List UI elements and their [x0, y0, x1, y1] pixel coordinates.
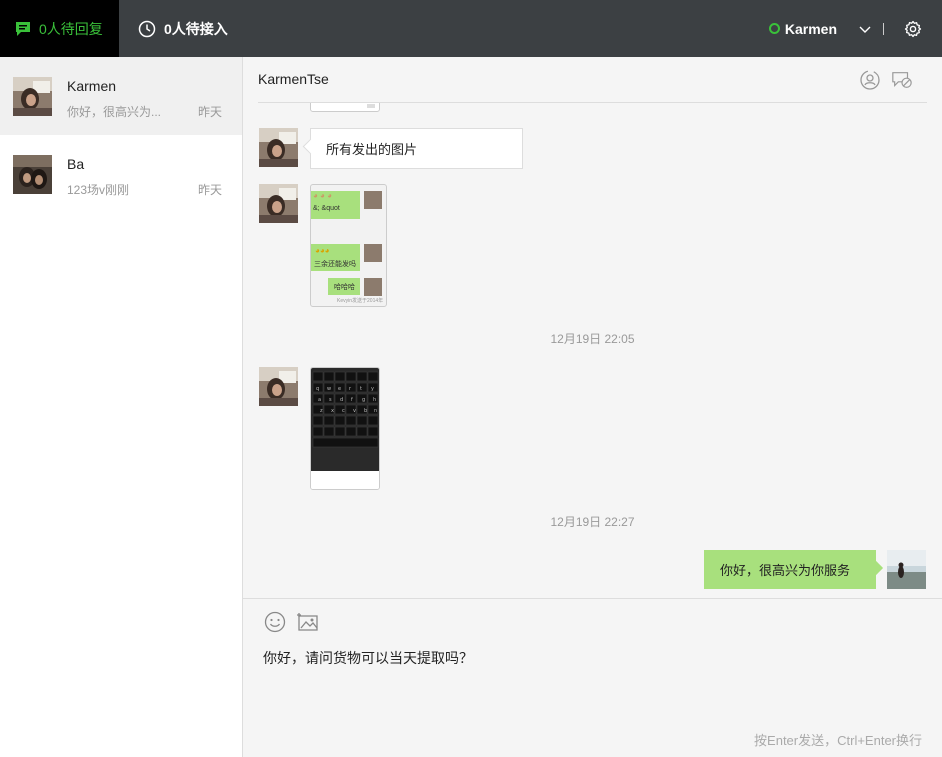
- keyboard-key-label: v: [353, 408, 356, 414]
- tab-waiting-label: 0人待接入: [164, 19, 228, 39]
- top-bar: 0人待回复 0人待接入 Karmen: [0, 0, 942, 57]
- chat-icon: [14, 20, 32, 38]
- keyboard-key-label: e: [338, 386, 341, 392]
- avatar: [13, 77, 52, 116]
- keyboard-key-label: n: [374, 408, 377, 414]
- tab-pending-label: 0人待回复: [39, 19, 103, 39]
- current-user-name: Karmen: [785, 21, 837, 37]
- transfer-user-icon[interactable]: [859, 69, 881, 91]
- conversation-preview: 你好，很高兴为...: [67, 103, 161, 120]
- message-list[interactable]: 所有发出的图片 ◕ ◕ ◕ &; &quot ◕◕◕ 三余还能发吗 哈哈哈 Ke…: [243, 103, 942, 598]
- conversation-list: Karmen 你好，很高兴为... 昨天 Ba 123场v刚刚 昨天: [0, 57, 243, 757]
- keyboard-key-label: z: [320, 408, 323, 414]
- send-hint: 按Enter发送，Ctrl+Enter换行: [754, 730, 922, 749]
- conversation-time: 昨天: [198, 103, 222, 120]
- keyboard-key-label: b: [364, 408, 367, 414]
- avatar: [259, 367, 298, 406]
- message-composer: 你好，请问货物可以当天提取吗？ 按Enter发送，Ctrl+Enter换行: [243, 598, 942, 757]
- conversation-item-karmen[interactable]: Karmen 你好，很高兴为... 昨天: [0, 57, 242, 135]
- conversation-time: 昨天: [198, 181, 222, 198]
- conversation-preview: 123场v刚刚: [67, 181, 129, 198]
- message-text: 你好，很高兴为你服务: [720, 563, 850, 578]
- avatar: [13, 155, 52, 194]
- keyboard-key-label: h: [373, 397, 376, 403]
- user-area: Karmen: [769, 0, 942, 57]
- keyboard-key-label: a: [318, 397, 321, 403]
- divider: [883, 23, 884, 35]
- keyboard-key-label: x: [331, 408, 334, 414]
- emoji-icon[interactable]: [264, 611, 286, 633]
- end-chat-icon[interactable]: [891, 69, 913, 91]
- tab-pending-reply[interactable]: 0人待回复: [0, 0, 119, 57]
- avatar: [887, 550, 926, 589]
- chat-title: KarmenTse: [258, 71, 329, 87]
- clock-icon: [138, 20, 156, 38]
- message-bubble-outgoing: 你好，很高兴为你服务: [704, 550, 876, 589]
- image-message-screenshot[interactable]: ◕ ◕ ◕ &; &quot ◕◕◕ 三余还能发吗 哈哈哈 Kevyin发送于2…: [310, 184, 387, 307]
- image-message-partial[interactable]: [310, 103, 380, 112]
- keyboard-photo: q w e r t y a s d f g h z x c v b n: [311, 368, 380, 490]
- keyboard-key-label: y: [371, 386, 374, 392]
- conversation-item-ba[interactable]: Ba 123场v刚刚 昨天: [0, 135, 242, 213]
- conversation-name: Ba: [67, 156, 84, 172]
- keyboard-key-label: q: [316, 386, 319, 392]
- keyboard-key-label: d: [340, 397, 343, 403]
- screenshot-text: 三余还能发吗: [314, 259, 356, 269]
- keyboard-key-label: f: [351, 397, 353, 403]
- tab-waiting-access[interactable]: 0人待接入: [138, 0, 228, 57]
- online-status-icon: [769, 23, 780, 34]
- message-bubble: 所有发出的图片: [310, 128, 523, 169]
- avatar: [259, 128, 298, 167]
- screenshot-text: &; &quot: [313, 205, 340, 212]
- image-message-keyboard[interactable]: q w e r t y a s d f g h z x c v b n: [310, 367, 380, 490]
- message-timestamp: 12月19日 22:05: [243, 330, 942, 347]
- avatar: [259, 184, 298, 223]
- screenshot-text: 哈哈哈: [334, 282, 355, 292]
- chat-header: KarmenTse: [258, 57, 927, 103]
- keyboard-key-label: c: [342, 408, 345, 414]
- message-input[interactable]: 你好，请问货物可以当天提取吗？: [263, 648, 473, 668]
- message-timestamp: 12月19日 22:27: [243, 513, 942, 530]
- conversation-name: Karmen: [67, 78, 116, 94]
- message-text: 所有发出的图片: [326, 142, 417, 157]
- keyboard-key-label: t: [360, 386, 362, 392]
- chevron-down-icon[interactable]: [859, 23, 871, 35]
- keyboard-key-label: g: [362, 397, 365, 403]
- keyboard-key-label: s: [329, 397, 332, 403]
- keyboard-key-label: w: [327, 386, 331, 392]
- image-icon[interactable]: [297, 611, 319, 633]
- gear-icon[interactable]: [904, 20, 922, 38]
- screenshot-text: Kevyin发送于2014年: [337, 297, 383, 304]
